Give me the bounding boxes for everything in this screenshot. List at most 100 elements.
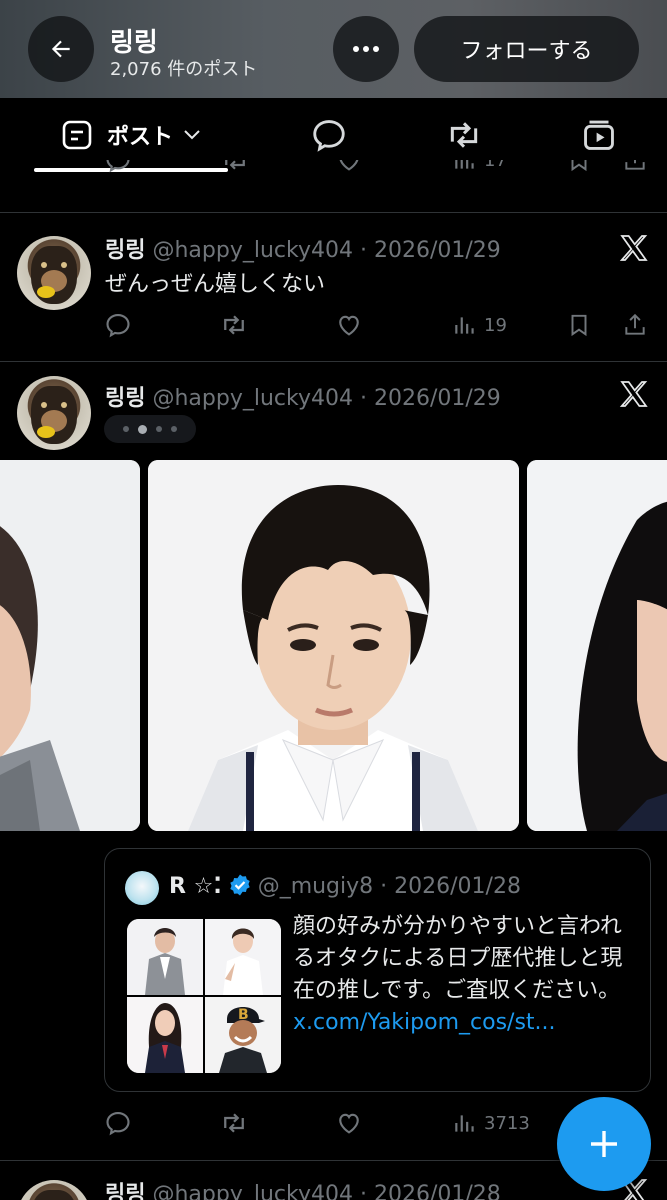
post-date: · 2026/01/29 — [359, 238, 501, 263]
display-name[interactable]: 링링 — [105, 1182, 145, 1200]
like-button[interactable] — [335, 305, 363, 345]
x-logo-icon — [619, 381, 648, 407]
posts-icon — [62, 120, 92, 150]
post-actions: 19 — [0, 305, 667, 345]
avatar[interactable] — [17, 236, 91, 310]
post-header: 링링 @happy_lucky404 · 2026/01/28 — [105, 1176, 501, 1200]
views-count: 19 — [484, 314, 507, 336]
post-header: 링링 @happy_lucky404 · 2026/01/29 — [105, 232, 501, 264]
heart-icon — [339, 1113, 359, 1134]
reply-icon — [313, 120, 345, 152]
views-icon — [455, 1115, 474, 1132]
pagination-dot-active — [138, 424, 147, 434]
photo-person-center — [148, 460, 519, 831]
bookmark-icon — [571, 314, 587, 337]
repost-button[interactable] — [219, 305, 249, 345]
handle[interactable]: @happy_lucky404 — [152, 1182, 353, 1200]
share-icon — [625, 160, 645, 170]
quote-media-grid[interactable]: B — [127, 919, 281, 1073]
quote-avatar[interactable] — [125, 871, 159, 905]
pagination-dot — [171, 426, 177, 432]
avatar[interactable] — [17, 376, 91, 450]
like-button[interactable] — [335, 160, 363, 180]
avatar-dog-eye-left — [41, 402, 47, 408]
post-actions-partial: 17 — [0, 160, 667, 190]
thumb-person — [127, 997, 203, 1073]
post-divider — [0, 212, 667, 213]
quote-media-thumb: B — [205, 997, 281, 1073]
post-count: 2,076 件のポスト — [110, 59, 258, 80]
verified-badge-icon — [229, 874, 250, 896]
quote-text: 顔の好みが分かりやすいと言われるオタクによる日プ歴代推しと現在の推しです。ご査収… — [293, 911, 633, 1039]
pagination-dot — [123, 426, 129, 432]
repost-icon — [225, 160, 245, 170]
media-photo[interactable] — [0, 460, 140, 831]
quoted-post[interactable]: R ☆⁚ @_mugiy8 · 2026/01/28 B 顔の好みが分かりやすいと… — [104, 848, 651, 1092]
quote-handle[interactable]: @_mugiy8 — [258, 874, 373, 899]
quote-media-thumb — [127, 997, 203, 1073]
quote-date: · 2026/01/28 — [380, 874, 521, 899]
chevron-down-icon — [184, 130, 200, 140]
repost-button[interactable] — [219, 1103, 249, 1143]
views-count: 17 — [484, 160, 507, 171]
like-button[interactable] — [335, 1103, 363, 1143]
display-name[interactable]: 링링 — [105, 386, 145, 411]
arrow-left-icon — [51, 40, 70, 58]
follow-button[interactable]: フォローする — [414, 16, 639, 82]
compose-button[interactable] — [557, 1097, 651, 1191]
thumb-person — [205, 919, 281, 995]
reply-button[interactable] — [104, 305, 132, 345]
profile-name: 링링 — [110, 28, 158, 58]
quote-media-thumb — [127, 919, 203, 995]
post-header: 링링 @happy_lucky404 · 2026/01/29 — [105, 380, 501, 412]
views-button[interactable]: 17 — [452, 160, 507, 180]
reply-button[interactable] — [104, 160, 132, 180]
media-pagination-dots[interactable] — [104, 415, 196, 443]
avatar-dog-eye-right — [61, 262, 67, 268]
post-date: · 2026/01/29 — [359, 386, 501, 411]
avatar-dog-eye-left — [41, 262, 47, 268]
share-icon — [625, 313, 645, 335]
display-name[interactable]: 링링 — [105, 238, 145, 263]
views-button[interactable]: 3713 — [452, 1103, 530, 1143]
avatar-dog-eye-right — [61, 402, 67, 408]
repost-icon — [450, 122, 478, 148]
handle[interactable]: @happy_lucky404 — [152, 238, 353, 263]
quote-header: R ☆⁚ @_mugiy8 · 2026/01/28 — [169, 873, 521, 899]
back-button[interactable] — [28, 16, 94, 82]
repost-button[interactable] — [220, 160, 250, 180]
photo-person-right — [527, 460, 667, 831]
repost-icon — [224, 315, 244, 335]
avatar-toy — [37, 286, 55, 298]
heart-icon — [339, 315, 359, 336]
quote-display-name[interactable]: R ☆⁚ — [169, 874, 222, 899]
more-button[interactable] — [333, 16, 399, 82]
views-count: 3713 — [484, 1112, 530, 1134]
thumb-person: B — [205, 997, 281, 1073]
bookmark-button[interactable] — [566, 305, 592, 345]
avatar-toy — [37, 426, 55, 438]
thumb-person — [127, 919, 203, 995]
media-photo[interactable] — [148, 460, 519, 831]
post-divider — [0, 361, 667, 362]
avatar-dog-head — [31, 1190, 77, 1200]
reply-button[interactable] — [104, 1103, 132, 1143]
views-button[interactable]: 19 — [452, 305, 507, 345]
more-icon — [353, 46, 379, 52]
avatar[interactable] — [17, 1180, 91, 1200]
quote-link[interactable]: x.com/Yakipom_cos/st... — [293, 1010, 556, 1035]
share-button[interactable] — [622, 160, 648, 180]
quote-body: 顔の好みが分かりやすいと言われるオタクによる日プ歴代推しと現在の推しです。ご査収… — [293, 914, 623, 1003]
views-icon — [455, 317, 474, 334]
share-button[interactable] — [622, 305, 648, 345]
bookmark-button[interactable] — [566, 160, 592, 180]
bookmark-icon — [571, 160, 587, 172]
quote-media-thumb — [205, 919, 281, 995]
reply-icon — [106, 1112, 130, 1136]
handle[interactable]: @happy_lucky404 — [152, 386, 353, 411]
reply-icon — [106, 160, 130, 173]
media-photo[interactable] — [527, 460, 667, 831]
tab-posts-label: ポスト — [106, 125, 173, 150]
heart-icon — [339, 160, 359, 171]
repost-icon — [224, 1113, 244, 1133]
